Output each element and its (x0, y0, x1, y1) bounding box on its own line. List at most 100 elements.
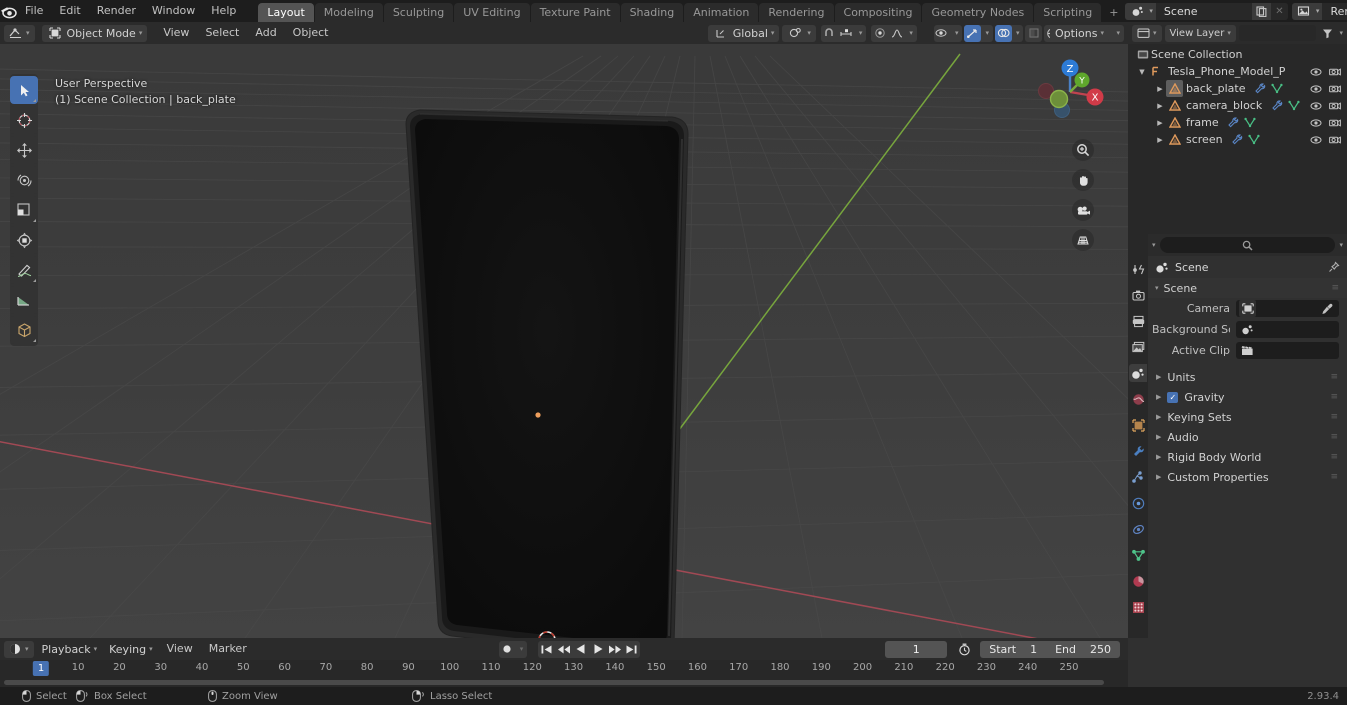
viewport-menu-select[interactable]: Select (198, 25, 246, 41)
disclosure-triangle-right-icon[interactable]: ▶ (1156, 393, 1161, 401)
viewlayer-properties-tab[interactable] (1129, 338, 1147, 356)
material-properties-tab[interactable] (1129, 572, 1147, 590)
workspace-tab-rendering[interactable]: Rendering (759, 3, 834, 22)
workspace-tab-geometry-nodes[interactable]: Geometry Nodes (922, 3, 1034, 22)
timeline-menu-keying[interactable]: Keying ▾ (104, 641, 157, 658)
tool-properties-tab[interactable] (1129, 260, 1147, 278)
move-tool[interactable] (10, 136, 38, 164)
overlays-icon[interactable] (994, 24, 1012, 42)
modifier-wrench-icon[interactable] (1229, 131, 1246, 148)
chevron-down-icon[interactable]: ▾ (1339, 241, 1343, 249)
proportional-edit-group[interactable]: ▾ (871, 24, 917, 42)
timeline-menu-playback[interactable]: Playback ▾ (37, 641, 103, 658)
property-value-field[interactable] (1236, 321, 1339, 338)
viewlayer-name[interactable]: RenderLayer (1322, 2, 1347, 20)
hide-in-viewport-eye-icon[interactable] (1310, 84, 1322, 94)
gizmo-icon[interactable] (964, 24, 982, 42)
xray-toggle-icon[interactable] (1025, 24, 1043, 42)
physics-properties-tab[interactable] (1129, 494, 1147, 512)
top-menu-edit[interactable]: Edit (51, 3, 88, 19)
jump-to-end-button[interactable] (623, 641, 640, 658)
disclosure-triangle-right-icon[interactable]: ▶ (1156, 373, 1161, 381)
render-properties-tab[interactable] (1129, 286, 1147, 304)
workspace-tab-animation[interactable]: Animation (684, 3, 759, 22)
workspace-tab-scripting[interactable]: Scripting (1034, 3, 1102, 22)
subpanel-gravity[interactable]: ▶ ✓ Gravity ≡ (1148, 387, 1347, 407)
outliner-filter-input[interactable] (1238, 25, 1317, 41)
chevron-down-icon[interactable]: ▾ (951, 29, 963, 37)
record-dot-icon[interactable] (499, 641, 516, 658)
workspace-tab-layout[interactable]: Layout (258, 3, 314, 22)
mesh-data-icon[interactable] (1242, 114, 1259, 131)
scene-name[interactable]: Scene (1155, 2, 1252, 20)
hide-in-viewport-eye-icon[interactable] (1310, 101, 1322, 111)
timeline-horizontal-scrollbar[interactable] (4, 680, 1104, 685)
magnet-icon[interactable] (821, 25, 838, 42)
timeline-menu-marker[interactable]: Marker (202, 641, 254, 657)
visibility-selector[interactable]: ▾ (933, 24, 963, 42)
disclosure-triangle-right-icon[interactable]: ▶ (1154, 102, 1166, 110)
frame-range-controls[interactable]: Start 1 End 250 (980, 640, 1120, 658)
start-frame-field[interactable]: Start 1 (980, 641, 1046, 658)
scene-panel-header[interactable]: ▾ Scene ≡ (1148, 278, 1347, 298)
modifier-wrench-icon[interactable] (1225, 114, 1242, 131)
property-value-field[interactable] (1236, 300, 1339, 317)
outliner-editor-type-button[interactable]: ▾ (1132, 24, 1162, 42)
snapping-group[interactable]: ▾ (820, 24, 867, 42)
scene-properties-tab[interactable] (1129, 364, 1147, 382)
disable-in-renders-camera-icon[interactable] (1329, 101, 1341, 111)
next-keyframe-button[interactable] (606, 641, 623, 658)
play-reverse-button[interactable] (572, 641, 589, 658)
timeline-editor-type-button[interactable]: ▾ (4, 640, 34, 658)
world-properties-tab[interactable] (1129, 390, 1147, 408)
snap-increment-icon[interactable] (838, 25, 855, 42)
top-menu-render[interactable]: Render (89, 3, 144, 19)
disclosure-triangle-right-icon[interactable]: ▶ (1154, 119, 1166, 127)
property-value-field[interactable] (1236, 342, 1339, 359)
hide-in-viewport-eye-icon[interactable] (1310, 67, 1322, 77)
viewport-options-button[interactable]: Options ▾ (1050, 25, 1109, 42)
disclosure-triangle-down-icon[interactable]: ▼ (1136, 68, 1148, 76)
properties-search-input[interactable] (1159, 237, 1336, 253)
transform-tool[interactable] (10, 226, 38, 254)
viewport-menu-add[interactable]: Add (248, 25, 283, 41)
workspace-tab-modeling[interactable]: Modeling (314, 3, 383, 22)
outliner-scene-collection-row[interactable]: Scene Collection (1128, 46, 1347, 63)
disable-in-renders-camera-icon[interactable] (1329, 84, 1341, 94)
properties-editor[interactable]: ▾ ▾ Scene ▾ Scene ≡ Camera Background S … (1128, 234, 1347, 638)
outliner-item-tesla-phone-model-pi-screen[interactable]: ▼ Tesla_Phone_Model_Pi_Screen (1128, 63, 1347, 80)
disclosure-triangle-right-icon[interactable]: ▶ (1156, 433, 1161, 441)
disable-in-renders-camera-icon[interactable] (1329, 67, 1341, 77)
particle-properties-tab[interactable] (1129, 468, 1147, 486)
proportional-edit-icon[interactable] (871, 25, 888, 42)
timeline-ruler[interactable]: 1 10 20 30 40 50 60 70 80 90 100 110 120 130 140 150 16… (0, 660, 1128, 678)
blender-logo-icon[interactable] (0, 0, 17, 22)
disclosure-triangle-right-icon[interactable]: ▶ (1156, 453, 1161, 461)
mesh-data-icon[interactable] (1246, 131, 1263, 148)
current-frame-field[interactable]: 1 (885, 640, 948, 658)
outliner-item-frame[interactable]: ▶ frame (1128, 114, 1347, 131)
timeline-menu-view[interactable]: View (160, 641, 200, 657)
tweak-select-tool[interactable] (10, 76, 38, 104)
top-menu-window[interactable]: Window (144, 3, 203, 19)
transform-orientation-selector[interactable]: Global ▾ (707, 24, 780, 42)
mode-selector[interactable]: Object Mode ▾ (41, 24, 148, 42)
chevron-down-icon[interactable]: ▾ (905, 29, 917, 37)
workspace-tab-uv-editing[interactable]: UV Editing (454, 3, 530, 22)
auto-keying-group[interactable]: ▾ (498, 640, 528, 658)
filter-funnel-icon[interactable] (1319, 25, 1336, 42)
outliner-item-back-plate[interactable]: ▶ back_plate (1128, 80, 1347, 97)
chevron-down-icon[interactable]: ▾ (1339, 29, 1343, 37)
hide-in-viewport-eye-icon[interactable] (1310, 118, 1322, 128)
zoom-icon[interactable] (1072, 139, 1094, 161)
output-properties-tab[interactable] (1129, 312, 1147, 330)
object-properties-tab[interactable] (1129, 416, 1147, 434)
pin-icon[interactable] (1328, 261, 1340, 273)
viewlayer-selector[interactable]: ▾ RenderLayer ✕ (1291, 2, 1347, 20)
use-preview-range-icon[interactable] (956, 641, 973, 658)
disable-in-renders-camera-icon[interactable] (1329, 135, 1341, 145)
outliner-item-camera-block[interactable]: ▶ camera_block (1128, 97, 1347, 114)
data-properties-tab[interactable] (1129, 546, 1147, 564)
measure-tool[interactable] (10, 286, 38, 314)
disclosure-triangle-right-icon[interactable]: ▶ (1156, 473, 1161, 481)
